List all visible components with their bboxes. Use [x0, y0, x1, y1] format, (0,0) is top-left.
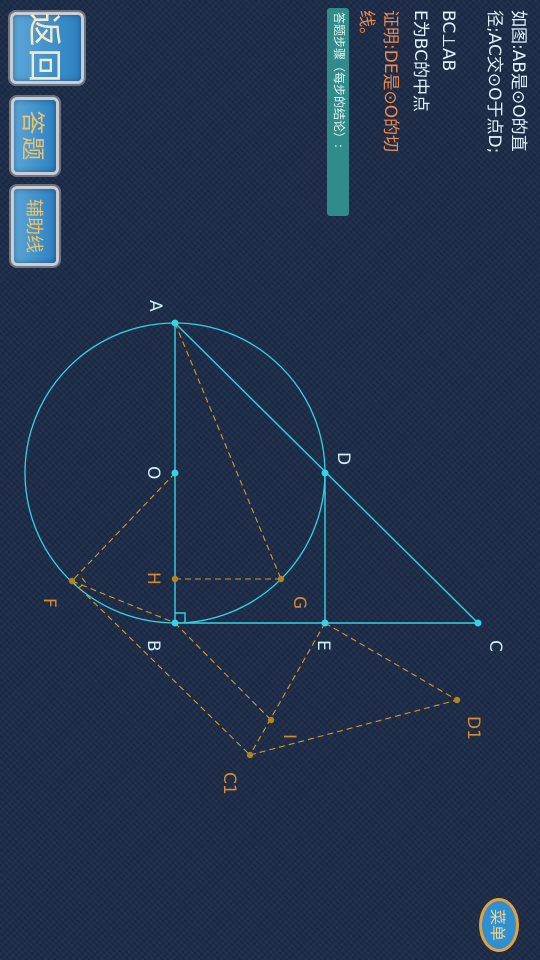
point-o[interactable]: [171, 469, 179, 477]
point-d1[interactable]: [453, 696, 461, 704]
aux-line-fc1: [71, 580, 251, 756]
aux-line-c1d1: [249, 699, 458, 756]
geometry-figure: A O B D E C H G F I C1 D1: [24, 300, 505, 795]
label-h: H: [143, 572, 163, 585]
point-g[interactable]: [277, 575, 285, 583]
label-d: D: [333, 452, 353, 465]
point-c1[interactable]: [246, 751, 254, 759]
point-h[interactable]: [171, 575, 179, 583]
point-c[interactable]: [474, 619, 482, 627]
point-a[interactable]: [171, 319, 179, 327]
label-c: C: [485, 640, 505, 652]
menu-button-label: 菜单: [487, 908, 507, 942]
aux-line-of: [71, 472, 176, 582]
aux-line-ag: [174, 322, 282, 580]
point-d[interactable]: [321, 469, 329, 477]
label-c1: C1: [219, 772, 239, 795]
point-i[interactable]: [267, 716, 275, 724]
aux-line-fb: [71, 580, 176, 624]
aux-line-bi: [174, 622, 272, 721]
point-b[interactable]: [171, 619, 179, 627]
label-o: O: [143, 466, 163, 479]
label-e: E: [313, 640, 333, 651]
label-a: A: [145, 300, 165, 312]
point-e[interactable]: [321, 619, 329, 627]
label-f: F: [39, 598, 59, 608]
label-d1: D1: [463, 716, 483, 740]
label-g: G: [289, 596, 309, 609]
label-i: I: [279, 734, 299, 739]
menu-button[interactable]: 菜单: [479, 898, 519, 952]
label-b: B: [143, 640, 163, 652]
point-f[interactable]: [68, 577, 76, 585]
aux-line-ed1: [324, 622, 458, 701]
